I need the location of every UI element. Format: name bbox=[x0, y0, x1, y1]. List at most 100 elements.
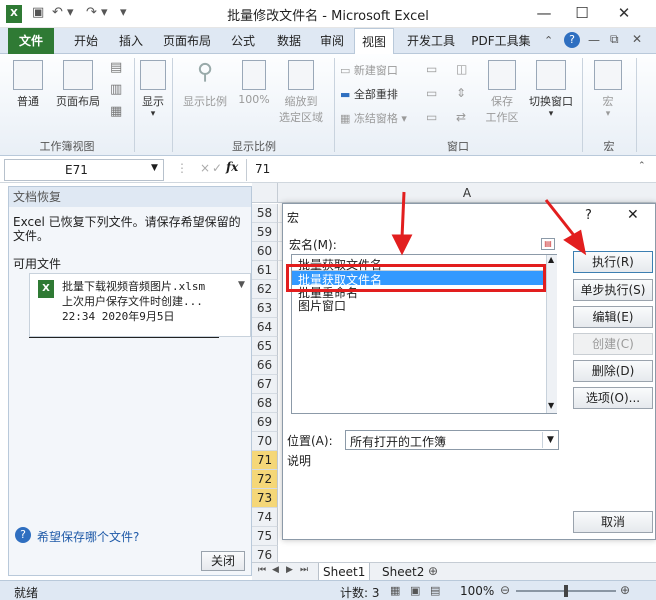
row-header[interactable]: 65 bbox=[252, 337, 278, 356]
tab-page-layout[interactable]: 页面布局 bbox=[156, 28, 218, 54]
formula-bar-grip-icon: ⋮ bbox=[176, 161, 188, 175]
tab-pdf-tools[interactable]: PDF工具集 bbox=[468, 28, 534, 54]
page-layout-view-button[interactable]: 页面布局 bbox=[52, 60, 104, 109]
delete-button[interactable]: 删除(D) bbox=[573, 360, 653, 382]
zoom-to-selection-button[interactable]: 缩放到 选定区域 bbox=[274, 60, 328, 125]
ribbon-separator bbox=[636, 58, 637, 152]
page-layout-status-icon[interactable]: ▣ bbox=[410, 584, 420, 597]
prev-sheet-icon[interactable]: ◀ bbox=[272, 565, 279, 575]
sheet-tab[interactable]: Sheet2 bbox=[378, 563, 428, 581]
row-header[interactable]: 60 bbox=[252, 242, 278, 261]
edit-button[interactable]: 编辑(E) bbox=[573, 306, 653, 328]
group-macros-label: 宏 bbox=[603, 140, 615, 153]
maximize-button[interactable]: ☐ bbox=[568, 2, 596, 24]
annotation-arrow-head bbox=[563, 229, 587, 256]
normal-view-status-icon[interactable]: ▦ bbox=[390, 584, 400, 597]
location-select[interactable]: 所有打开的工作簿 ▼ bbox=[345, 430, 559, 450]
zoom-in-icon[interactable]: ⊕ bbox=[620, 583, 630, 597]
zoom-level[interactable]: 100% bbox=[460, 584, 494, 598]
formula-input[interactable]: 71 bbox=[246, 159, 634, 181]
chevron-down-icon[interactable]: ▼ bbox=[238, 280, 245, 290]
macro-list-scrollbar[interactable]: ▲ ▼ bbox=[546, 255, 557, 413]
zoom-100-icon bbox=[242, 60, 266, 90]
chevron-down-icon[interactable]: ▼ bbox=[542, 432, 558, 448]
row-header[interactable]: 61 bbox=[252, 261, 278, 280]
row-header[interactable]: 74 bbox=[252, 508, 278, 527]
row-header-selected[interactable]: 71 bbox=[252, 451, 278, 470]
ribbon-tabs: 文件 开始 插入 页面布局 公式 数据 审阅 视图 开发工具 PDF工具集 ⌃ … bbox=[0, 28, 656, 55]
switch-windows-button[interactable]: 切换窗口 ▾ bbox=[524, 60, 578, 119]
select-all-corner[interactable] bbox=[252, 183, 278, 203]
zoom-out-icon[interactable]: ⊖ bbox=[500, 583, 510, 597]
row-header-selected[interactable]: 73 bbox=[252, 489, 278, 508]
tab-formulas[interactable]: 公式 bbox=[222, 28, 264, 54]
close-window-button[interactable]: ✕ bbox=[610, 2, 638, 24]
row-header[interactable]: 70 bbox=[252, 432, 278, 451]
recovered-file-item[interactable]: X 批量下载视频音频图片.xlsm 上次用户保存文件时创建... 22:34 2… bbox=[29, 273, 251, 337]
row-header[interactable]: 67 bbox=[252, 375, 278, 394]
ribbon-minimize-icon[interactable]: — bbox=[588, 33, 600, 47]
side-by-side-icon[interactable]: ◫ bbox=[456, 62, 467, 76]
macros-button[interactable]: 宏 ▾ bbox=[588, 60, 628, 119]
reset-position-icon[interactable]: ⇄ bbox=[456, 110, 466, 124]
page-break-status-icon[interactable]: ▤ bbox=[430, 584, 440, 597]
row-header[interactable]: 62 bbox=[252, 280, 278, 299]
freeze-panes-button[interactable]: ▦ 冻结窗格 ▾ bbox=[340, 110, 407, 126]
zoom-slider-thumb[interactable] bbox=[564, 585, 568, 597]
row-header[interactable]: 64 bbox=[252, 318, 278, 337]
collapse-ribbon-icon[interactable]: ⌃ bbox=[544, 34, 553, 47]
tab-home[interactable]: 开始 bbox=[64, 28, 108, 54]
zoom-100-button[interactable]: 100% bbox=[236, 60, 272, 106]
tab-review[interactable]: 审阅 bbox=[312, 28, 352, 54]
row-header[interactable]: 66 bbox=[252, 356, 278, 375]
row-header[interactable]: 68 bbox=[252, 394, 278, 413]
save-workspace-button[interactable]: 保存 工作区 bbox=[482, 60, 522, 125]
last-sheet-icon[interactable]: ⏭ bbox=[300, 565, 308, 575]
next-sheet-icon[interactable]: ▶ bbox=[286, 565, 293, 575]
sheet-tab[interactable]: Sheet1 bbox=[318, 563, 371, 581]
sync-scroll-icon[interactable]: ⇕ bbox=[456, 86, 466, 100]
tab-insert[interactable]: 插入 bbox=[110, 28, 152, 54]
row-header-selected[interactable]: 72 bbox=[252, 470, 278, 489]
normal-view-button[interactable]: 普通 bbox=[8, 60, 48, 109]
help-icon[interactable]: ? bbox=[564, 32, 580, 48]
arrange-all-button[interactable]: ▬ 全部重排 bbox=[340, 86, 398, 102]
hide-icon[interactable]: ▭ bbox=[426, 86, 437, 100]
row-header[interactable]: 59 bbox=[252, 223, 278, 242]
full-screen-icon[interactable]: ▦ bbox=[110, 104, 122, 119]
row-header[interactable]: 63 bbox=[252, 299, 278, 318]
help-link[interactable]: 希望保存哪个文件? bbox=[37, 528, 139, 545]
tab-developer[interactable]: 开发工具 bbox=[400, 28, 462, 54]
insert-sheet-icon[interactable]: ⊕ bbox=[428, 564, 438, 578]
tab-view[interactable]: 视图 bbox=[354, 28, 394, 55]
cancel-button[interactable]: 取消 bbox=[573, 511, 653, 533]
expand-formula-bar-icon[interactable]: ⌃ bbox=[638, 161, 646, 171]
ribbon-restore-icon[interactable]: ⧉ bbox=[610, 32, 619, 47]
page-break-icon[interactable]: ▤ bbox=[110, 60, 122, 75]
zoom-button[interactable]: ⚲ 显示比例 bbox=[178, 60, 232, 109]
tab-file[interactable]: 文件 bbox=[8, 28, 54, 54]
row-header[interactable]: 75 bbox=[252, 527, 278, 546]
magnifier-icon: ⚲ bbox=[196, 60, 214, 85]
close-recovery-button[interactable]: 关闭 bbox=[201, 551, 245, 571]
minimize-button[interactable]: — bbox=[530, 2, 558, 24]
split-icon[interactable]: ▭ bbox=[426, 62, 437, 76]
scroll-down-icon[interactable]: ▼ bbox=[548, 401, 554, 410]
ribbon-close-icon[interactable]: ✕ bbox=[632, 32, 642, 46]
create-button[interactable]: 创建(C) bbox=[573, 333, 653, 355]
location-label: 位置(A): bbox=[287, 434, 333, 448]
show-button[interactable]: 显示 ▾ bbox=[138, 60, 168, 119]
ribbon-separator bbox=[334, 58, 335, 152]
name-box[interactable]: E71 ▼ bbox=[4, 159, 164, 181]
insert-function-icon[interactable]: fx bbox=[226, 160, 238, 174]
options-button[interactable]: 选项(O)... bbox=[573, 387, 653, 409]
row-header[interactable]: 58 bbox=[252, 204, 278, 223]
row-header[interactable]: 69 bbox=[252, 413, 278, 432]
unhide-icon[interactable]: ▭ bbox=[426, 110, 437, 124]
tab-data[interactable]: 数据 bbox=[268, 28, 310, 54]
step-into-button[interactable]: 单步执行(S) bbox=[573, 279, 653, 301]
custom-view-icon[interactable]: ▥ bbox=[110, 82, 122, 97]
first-sheet-icon[interactable]: ⏮ bbox=[258, 565, 266, 575]
macro-list-item[interactable]: 图片窗口 bbox=[292, 297, 546, 313]
new-window-button[interactable]: ▭ 新建窗口 bbox=[340, 62, 398, 78]
